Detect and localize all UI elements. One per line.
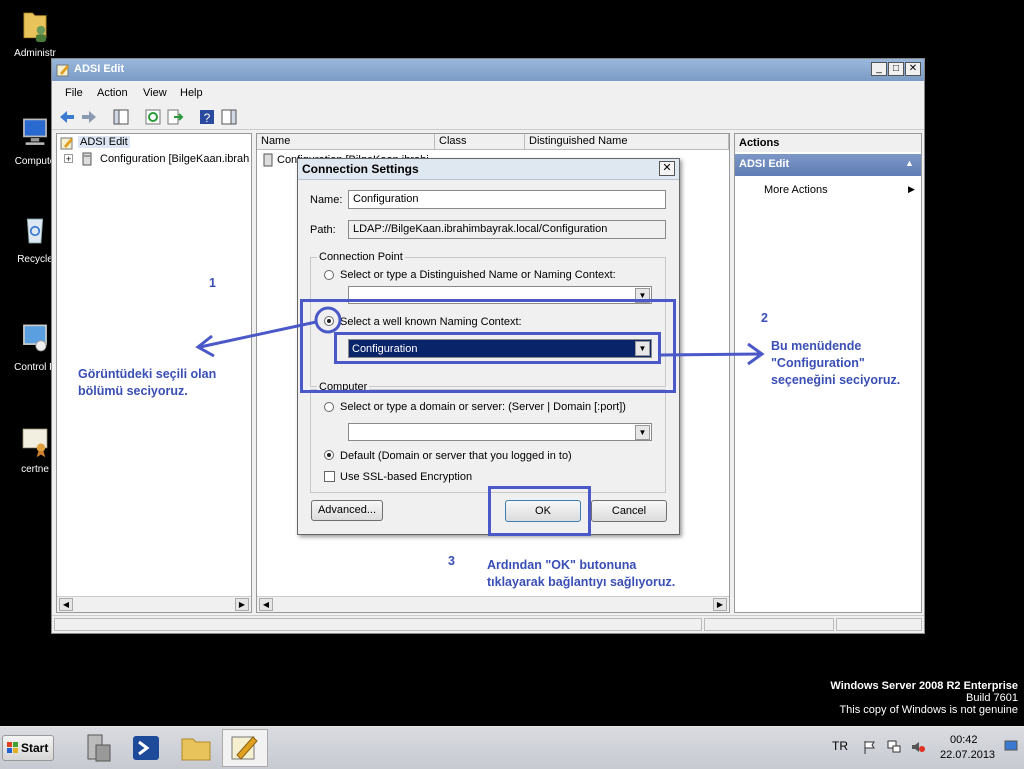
annotation-note-3-line: Ardından "OK" butonuna bbox=[487, 558, 637, 572]
server-manager-icon[interactable] bbox=[80, 731, 116, 765]
arrow-to-note-2 bbox=[660, 352, 761, 357]
clock-date[interactable]: 22.07.2013 bbox=[940, 749, 995, 761]
powershell-icon[interactable] bbox=[128, 731, 164, 765]
annotation-number-2: 2 bbox=[761, 311, 768, 325]
annotation-note-3-line: tıklayarak bağlantıyı sağlıyoruz. bbox=[487, 575, 676, 589]
language-indicator[interactable]: TR bbox=[832, 739, 848, 753]
show-desktop-icon bbox=[1004, 740, 1018, 751]
annotation-note-1-line: bölümü seciyoruz. bbox=[78, 384, 188, 398]
clock-time[interactable]: 00:42 bbox=[950, 734, 978, 746]
annotation-note-1-line: Görüntüdeki seçili olan bbox=[78, 367, 217, 381]
watermark-edition: Windows Server 2008 R2 Enterprise bbox=[830, 680, 1018, 692]
action-center-flag-icon[interactable] bbox=[862, 739, 878, 755]
annotation-note-3: Ardından "OK" butonuna tıklayarak bağlan… bbox=[487, 557, 675, 591]
start-label: Start bbox=[21, 741, 49, 755]
taskbar-active-window[interactable] bbox=[222, 729, 268, 767]
windows-version-watermark: Windows Server 2008 R2 Enterprise Build … bbox=[830, 680, 1018, 716]
annotation-note-2-line: seçeneğini seciyoruz. bbox=[771, 373, 901, 387]
network-icon[interactable] bbox=[886, 739, 902, 755]
annotation-note-2-line: Bu menüdende bbox=[771, 339, 862, 353]
arrow-to-note-1 bbox=[199, 320, 317, 349]
watermark-genuine: This copy of Windows is not genuine bbox=[839, 704, 1018, 716]
windows-logo-icon bbox=[7, 742, 18, 753]
watermark-build: Build 7601 bbox=[966, 692, 1018, 704]
volume-muted-icon[interactable] bbox=[910, 739, 926, 755]
explorer-folder-icon[interactable] bbox=[178, 731, 214, 765]
show-desktop-button[interactable] bbox=[1004, 739, 1018, 753]
taskbar: Start TR 00:42 22.07.2013 bbox=[0, 726, 1024, 769]
adsi-edit-taskbar-icon bbox=[231, 736, 258, 760]
annotation-number-3: 3 bbox=[448, 554, 455, 568]
start-button[interactable]: Start bbox=[2, 735, 54, 761]
annotation-note-2: Bu menüdende "Configuration" seçeneğini … bbox=[771, 338, 900, 389]
annotation-number-1: 1 bbox=[209, 276, 216, 290]
annotation-note-1: Görüntüdeki seçili olan bölümü seciyoruz… bbox=[78, 366, 216, 400]
annotation-note-2-line: "Configuration" bbox=[771, 356, 865, 370]
highlight-radio-circle bbox=[314, 306, 342, 334]
